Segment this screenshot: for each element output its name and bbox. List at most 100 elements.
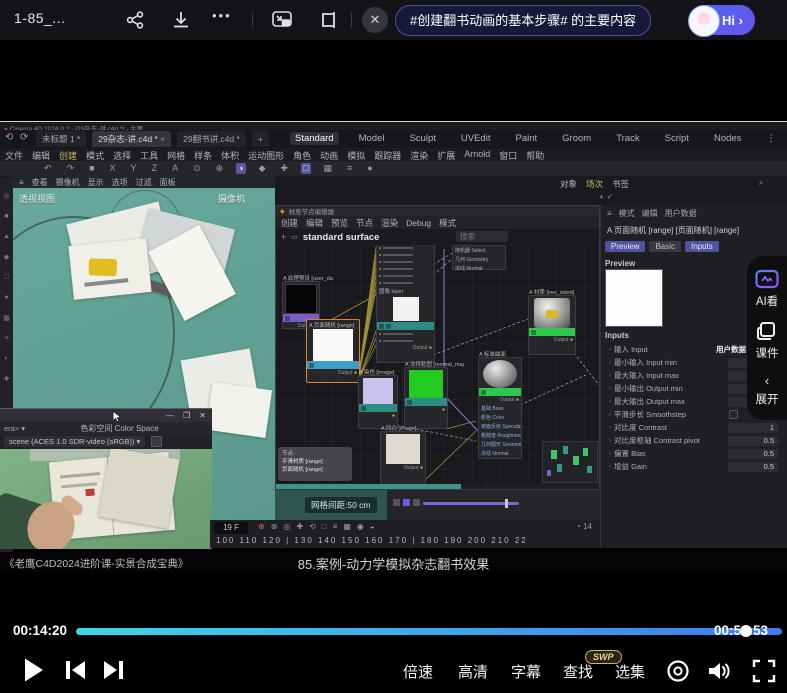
node-minimap[interactable] (542, 441, 598, 483)
transport-icon[interactable]: ◉ (357, 522, 364, 531)
c4d-tool-icon[interactable]: ≡ (345, 163, 354, 174)
node-search-input[interactable]: 搜索 (456, 231, 508, 242)
palette-icon[interactable]: ◐ (4, 355, 8, 362)
ai-watch-label[interactable]: AI看 (756, 293, 778, 309)
speed-button[interactable]: 倍速 (403, 661, 433, 682)
attribute-tab[interactable]: Inputs (685, 241, 719, 252)
progress-handle[interactable] (740, 625, 752, 637)
transport-icon[interactable]: ⊕ (258, 522, 265, 531)
node-output-port[interactable]: Output (500, 397, 515, 403)
ai-prompt-pill[interactable]: #创建翻书动画的基本步骤# 的主要内容 (395, 5, 651, 36)
transport-icon[interactable]: ◎ (283, 522, 290, 531)
view-toggle-icon[interactable] (413, 499, 420, 506)
c4d-tool-icon[interactable]: Z (150, 163, 160, 174)
object-manager-tab[interactable]: 对象 (560, 178, 577, 190)
palette-icon[interactable]: ◎ (3, 192, 9, 200)
c4d-layout-tab[interactable]: UVEdit (456, 132, 496, 145)
node-editor-menu-item[interactable]: 编辑 (306, 217, 323, 229)
attribute-row[interactable]: › 偏置 Bias 0.5 (601, 447, 787, 460)
palette-icon[interactable]: ▲ (3, 233, 10, 240)
node-editor-menu-item[interactable]: 预览 (331, 217, 348, 229)
attr-menu-item[interactable]: 编辑 (642, 208, 658, 219)
viewport-menu-item[interactable]: 显示 (88, 177, 104, 188)
subtitles-button[interactable]: 字幕 (511, 661, 541, 682)
object-manager-tab[interactable]: 书签 (612, 178, 629, 190)
c4d-layout-tab[interactable]: Model (354, 132, 390, 145)
progress-bar[interactable] (76, 628, 782, 635)
close-icon[interactable]: ✕ (199, 411, 206, 420)
node-bump[interactable]: A 凹凸 [image] Output ● (380, 431, 426, 484)
transport-icon[interactable]: ✚ (296, 522, 303, 531)
attr-menu-item[interactable]: 用户数据 (665, 208, 697, 219)
swatch-icon[interactable] (151, 436, 162, 447)
c4d-tool-icon[interactable]: ◑ (236, 163, 245, 174)
c4d-layout-tab[interactable]: Standard (290, 132, 339, 145)
view-toggle-icon[interactable] (393, 499, 400, 506)
c4d-layout-tab[interactable]: Paint (510, 132, 542, 145)
viewport-menu-item[interactable]: 选项 (112, 177, 128, 188)
c4d-tool-icon[interactable]: ◆ (257, 163, 268, 174)
dock-sidebar-icon[interactable] (318, 9, 340, 31)
fullscreen-icon[interactable] (752, 659, 776, 683)
c4d-tool-icon[interactable]: ✚ (279, 163, 291, 174)
c4d-layout-tab[interactable]: Track (611, 132, 644, 145)
object-manager-tab[interactable]: 场次 (586, 178, 603, 190)
share-icon[interactable] (125, 10, 145, 30)
viewport-menu-item[interactable]: 过滤 (136, 177, 152, 188)
previous-episode-button[interactable] (65, 661, 86, 679)
attribute-tab[interactable]: Preview (605, 241, 645, 252)
c4d-tool-icon[interactable]: ↶ (42, 163, 54, 174)
timeline-ruler[interactable]: 100 110 120 | 130 140 150 160 170 | 180 … (216, 536, 528, 545)
material-preview-swatch[interactable] (605, 269, 663, 327)
surface-input-row[interactable]: 法线 Normal (479, 449, 521, 458)
node-editor-menu-item[interactable]: 节点 (356, 217, 373, 229)
surface-input-row[interactable]: 粗糙度 Roughness (479, 431, 521, 440)
c4d-tool-icon[interactable]: ↷ (65, 163, 77, 174)
hamburger-icon[interactable]: ≡ (19, 178, 24, 187)
attribute-value[interactable]: 0.5 (728, 436, 778, 446)
palette-icon[interactable]: □ (4, 274, 8, 281)
c4d-layout-tab[interactable]: Sculpt (404, 132, 440, 145)
surface-input-row[interactable]: 颜色 Color (479, 413, 521, 422)
palette-icon[interactable]: ▦ (3, 314, 10, 322)
attribute-row[interactable]: › 增益 Gain 0.5 (601, 460, 787, 473)
quality-button[interactable]: 高清 (458, 661, 488, 682)
c4d-layout-tab[interactable]: Groom (557, 132, 596, 145)
breadcrumb[interactable]: standard surface (303, 232, 380, 243)
volume-icon[interactable] (706, 659, 732, 683)
download-icon[interactable] (171, 10, 191, 30)
attribute-tab[interactable]: Basic (649, 241, 681, 252)
node-output-port[interactable]: Output (404, 465, 419, 471)
search-icon[interactable]: ⌕ ⸬ (759, 178, 771, 188)
viewport-menu-item[interactable]: 查看 (32, 177, 48, 188)
undo-icon[interactable]: ⟲ (5, 132, 13, 143)
close-button[interactable]: ✕ (362, 7, 388, 33)
more-menu-icon[interactable]: ••• (212, 8, 232, 23)
colorspace-select[interactable]: scene (ACES 1.0 SDR-video (sRGB)) ▾ (4, 436, 145, 447)
minimize-icon[interactable]: — (166, 411, 174, 420)
node-editor-menu-item[interactable]: 模式 (439, 217, 456, 229)
attribute-row[interactable]: › 对比度枢轴 Contrast pivot 0.5 (601, 434, 787, 447)
node-normal-map[interactable]: A 法线贴图 [normal_map] ● (404, 367, 448, 429)
picture-in-picture-icon[interactable] (271, 9, 294, 31)
node-output-port[interactable]: Output (554, 337, 569, 343)
node-canvas[interactable]: A 纹理预设 [user_data] Output ● 图像 layer Out… (276, 245, 599, 484)
c4d-tool-icon[interactable]: X (108, 163, 118, 174)
palette-icon[interactable]: ■ (4, 213, 8, 220)
transport-icon[interactable]: ▦ (343, 522, 351, 531)
node-editor-menu-item[interactable]: Debug (406, 218, 431, 228)
transport-icon[interactable]: □ (322, 522, 327, 531)
hamburger-icon[interactable]: ≡ (607, 209, 612, 218)
viewport-menu-item[interactable]: 摄像机 (56, 177, 80, 188)
c4d-tool-icon[interactable]: □ (301, 163, 310, 174)
expand-label[interactable]: 展开 (756, 391, 779, 407)
c4d-tool-icon[interactable]: Y (129, 163, 139, 174)
c4d-doc-tab[interactable]: 29翻书讲.c4d * (177, 131, 246, 147)
viewport-menu-item[interactable]: 面板 (160, 177, 176, 188)
c4d-tool-icon[interactable]: A (170, 163, 180, 174)
c4d-tool-icon[interactable]: ⊕ (214, 163, 226, 174)
transport-icon[interactable]: ◒ (370, 522, 375, 531)
add-node-icon[interactable]: + (281, 232, 286, 242)
attr-menu-item[interactable]: 模式 (619, 208, 635, 219)
chevron-left-icon[interactable]: ‹ (765, 373, 769, 388)
